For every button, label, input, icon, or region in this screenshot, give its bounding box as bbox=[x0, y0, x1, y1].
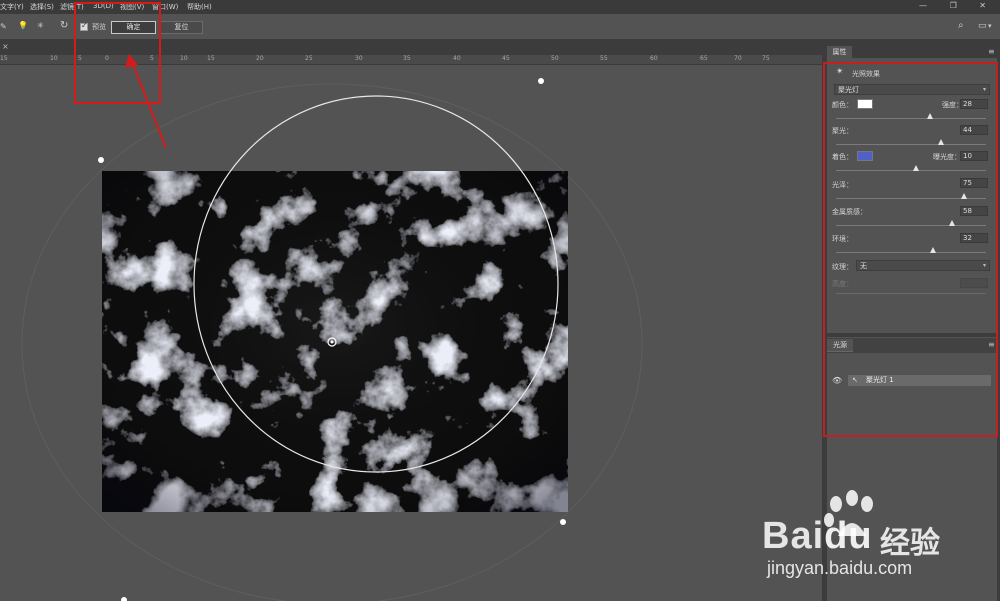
workspace-dropdown-icon[interactable]: ▾ bbox=[988, 22, 992, 30]
watermark: Baidu 经验 jingyan.baidu.com bbox=[762, 490, 1000, 590]
close-icon[interactable]: × bbox=[2, 42, 9, 51]
light-handle[interactable] bbox=[538, 78, 544, 84]
ruler-label: 50 bbox=[551, 55, 559, 62]
texture-image bbox=[102, 171, 568, 512]
light-handle[interactable] bbox=[560, 519, 566, 525]
ruler-label: 70 bbox=[734, 55, 742, 62]
ruler-label: 75 bbox=[762, 55, 770, 62]
ruler-label: 55 bbox=[600, 55, 608, 62]
ruler-label: 25 bbox=[305, 55, 313, 62]
watermark-cn: 经验 bbox=[880, 526, 940, 561]
light-center-dot bbox=[330, 340, 334, 344]
ruler-label: 10 bbox=[50, 55, 58, 62]
ruler-label: 15 bbox=[0, 55, 8, 62]
tab-properties[interactable]: 属性 bbox=[827, 46, 852, 58]
reset-light-icon[interactable]: ↻ bbox=[60, 20, 68, 31]
spotlight-icon[interactable]: ✳ bbox=[37, 21, 44, 30]
annotation-arrow bbox=[125, 54, 167, 149]
panel-menu-icon[interactable]: ≡ bbox=[988, 47, 995, 56]
watermark-brand: Baidu bbox=[762, 515, 873, 557]
window-controls[interactable]: — ❐ ✕ bbox=[919, 1, 996, 10]
ruler-label: 60 bbox=[650, 55, 658, 62]
reset-button[interactable]: 复位 bbox=[160, 21, 203, 34]
menu-item-help[interactable]: 帮助(H) bbox=[187, 2, 212, 12]
ruler-label: 45 bbox=[502, 55, 510, 62]
watermark-url: jingyan.baidu.com bbox=[767, 558, 913, 578]
light-handle[interactable] bbox=[121, 597, 127, 601]
light-bulb-icon[interactable]: 💡 bbox=[18, 21, 28, 30]
ruler-label: 65 bbox=[700, 55, 708, 62]
search-icon[interactable]: ⌕ bbox=[958, 20, 964, 31]
ruler-label: 35 bbox=[403, 55, 411, 62]
menu-item-type[interactable]: 文字(Y) bbox=[0, 2, 24, 12]
workspace-icon[interactable]: ▭ bbox=[978, 21, 987, 31]
ruler-label: 30 bbox=[355, 55, 363, 62]
annotation-box bbox=[823, 62, 998, 437]
ruler-label: 40 bbox=[453, 55, 461, 62]
menu-item-select[interactable]: 选择(S) bbox=[30, 2, 54, 12]
tool-icon[interactable]: ✎ bbox=[0, 22, 7, 31]
